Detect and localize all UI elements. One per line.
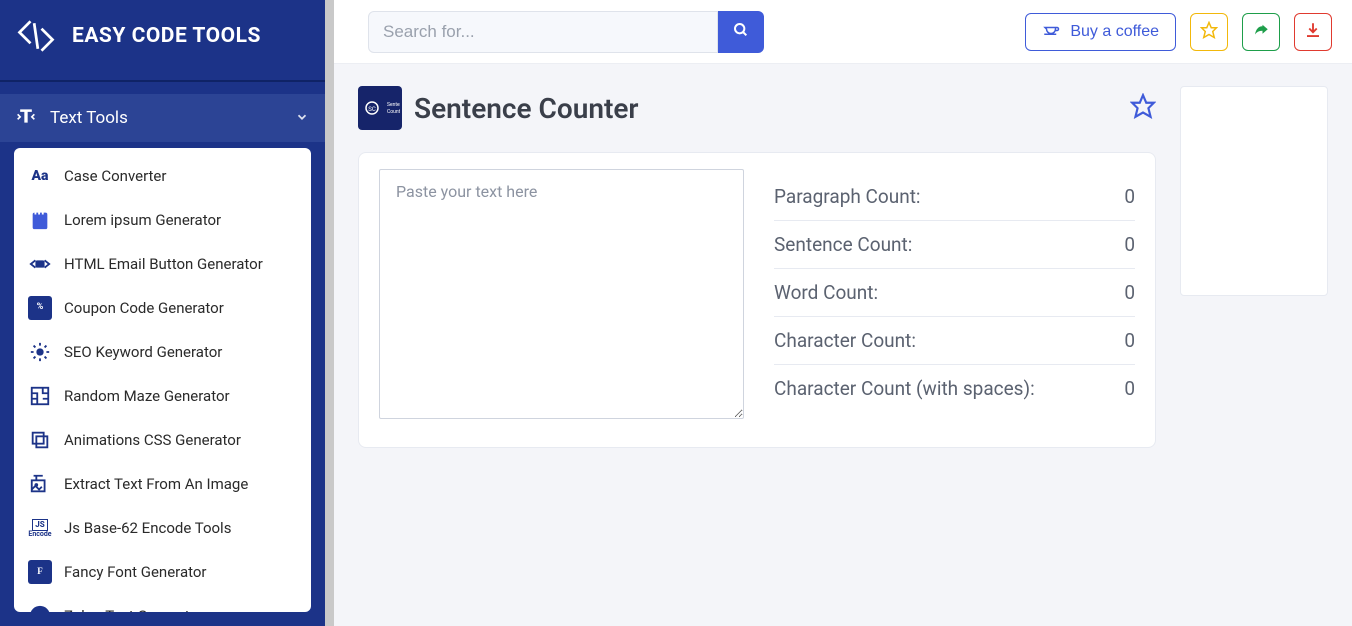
- zalgo-icon: Z: [28, 604, 52, 612]
- brand-title: EASY CODE TOOLS: [72, 24, 261, 48]
- sidebar-item-js-base62[interactable]: JS Encode Js Base-62 Encode Tools: [14, 506, 311, 550]
- coffee-icon: [1042, 20, 1060, 43]
- sidebar-item-label: Coupon Code Generator: [64, 299, 224, 317]
- sidebar-item-case-converter[interactable]: Aa Case Converter: [14, 154, 311, 198]
- js-encode-icon: JS Encode: [28, 516, 52, 540]
- search-button[interactable]: [718, 11, 764, 53]
- sidebar-category-text-tools[interactable]: Text Tools: [0, 94, 325, 142]
- sidebar-scrollbar[interactable]: [325, 0, 334, 626]
- page-title: Sentence Counter: [414, 92, 1118, 125]
- download-icon: [1304, 21, 1322, 43]
- favorite-button[interactable]: [1190, 13, 1228, 51]
- sidebar-item-fancy-font[interactable]: F Fancy Font Generator: [14, 550, 311, 594]
- sidebar-item-label: HTML Email Button Generator: [64, 255, 263, 273]
- sidebar-item-coupon-code[interactable]: % Coupon Code Generator: [14, 286, 311, 330]
- sidebar-item-label: Case Converter: [64, 167, 166, 185]
- chevron-down-icon: [295, 109, 309, 128]
- sidebar-item-zalgo-text[interactable]: Z Zalgo Text Generator: [14, 594, 311, 612]
- search-icon: [733, 22, 749, 41]
- stat-row-char-spaces: Character Count (with spaces): 0: [774, 365, 1135, 412]
- sidebar-submenu: Aa Case Converter Lorem ipsum Generator …: [14, 148, 311, 612]
- tool-badge-icon: SC SentenceCounter: [358, 86, 402, 130]
- stat-value: 0: [1124, 185, 1135, 208]
- svg-text:Counter: Counter: [387, 109, 400, 115]
- sidebar-category-label: Text Tools: [50, 108, 281, 128]
- gear-icon: [28, 340, 52, 364]
- stat-label: Paragraph Count:: [774, 185, 921, 208]
- stat-value: 0: [1124, 329, 1135, 352]
- logo-icon: [14, 14, 58, 58]
- search-input[interactable]: [368, 11, 718, 53]
- main: Buy a coffee S: [334, 0, 1352, 626]
- maze-icon: [28, 384, 52, 408]
- tool-card: Paragraph Count: 0 Sentence Count: 0 Wor…: [358, 152, 1156, 448]
- sidebar-item-extract-text-image[interactable]: Extract Text From An Image: [14, 462, 311, 506]
- buy-coffee-button[interactable]: Buy a coffee: [1025, 13, 1176, 51]
- page-favorite-toggle[interactable]: [1130, 93, 1156, 123]
- stat-value: 0: [1124, 281, 1135, 304]
- text-input[interactable]: [379, 169, 744, 419]
- stat-value: 0: [1124, 377, 1135, 400]
- buy-coffee-label: Buy a coffee: [1070, 23, 1159, 41]
- svg-text:Sentence: Sentence: [387, 102, 400, 108]
- sidebar-item-lorem-ipsum[interactable]: Lorem ipsum Generator: [14, 198, 311, 242]
- stat-value: 0: [1124, 233, 1135, 256]
- sidebar-item-random-maze[interactable]: Random Maze Generator: [14, 374, 311, 418]
- download-button[interactable]: [1294, 13, 1332, 51]
- sidebar-item-label: Js Base-62 Encode Tools: [64, 519, 231, 537]
- share-button[interactable]: [1242, 13, 1280, 51]
- stat-row-char: Character Count: 0: [774, 317, 1135, 365]
- share-icon: [1252, 21, 1270, 43]
- fancy-font-icon: F: [28, 560, 52, 584]
- notepad-icon: [28, 208, 52, 232]
- sidebar-item-html-email-button[interactable]: HTML Email Button Generator: [14, 242, 311, 286]
- sidebar-item-label: Zalgo Text Generator: [64, 607, 203, 612]
- image-text-icon: [28, 472, 52, 496]
- sidebar-item-label: Animations CSS Generator: [64, 431, 241, 449]
- svg-text:SC: SC: [368, 106, 376, 113]
- email-button-icon: [28, 252, 52, 276]
- brand[interactable]: EASY CODE TOOLS: [0, 0, 325, 82]
- stat-label: Character Count:: [774, 329, 916, 352]
- coupon-icon: %: [28, 296, 52, 320]
- case-converter-icon: Aa: [28, 164, 52, 188]
- svg-text:Z: Z: [36, 611, 44, 612]
- sidebar-item-seo-keyword[interactable]: SEO Keyword Generator: [14, 330, 311, 374]
- text-tools-icon: [16, 106, 36, 130]
- sidebar-item-label: Lorem ipsum Generator: [64, 211, 221, 229]
- sidebar-item-animations-css[interactable]: Animations CSS Generator: [14, 418, 311, 462]
- stat-row-word: Word Count: 0: [774, 269, 1135, 317]
- right-sidebar-box: [1180, 86, 1328, 296]
- sidebar-item-label: Extract Text From An Image: [64, 475, 248, 493]
- sidebar: EASY CODE TOOLS Text Tools Aa Case Conve…: [0, 0, 325, 626]
- stat-row-paragraph: Paragraph Count: 0: [774, 173, 1135, 221]
- sidebar-item-label: Fancy Font Generator: [64, 563, 207, 581]
- stats-panel: Paragraph Count: 0 Sentence Count: 0 Wor…: [774, 173, 1135, 419]
- star-icon: [1200, 21, 1218, 43]
- topbar: Buy a coffee: [334, 0, 1352, 64]
- stat-row-sentence: Sentence Count: 0: [774, 221, 1135, 269]
- sidebar-item-label: Random Maze Generator: [64, 387, 230, 405]
- sidebar-item-label: SEO Keyword Generator: [64, 343, 222, 361]
- stat-label: Sentence Count:: [774, 233, 912, 256]
- stat-label: Word Count:: [774, 281, 878, 304]
- copy-icon: [28, 428, 52, 452]
- stat-label: Character Count (with spaces):: [774, 377, 1035, 400]
